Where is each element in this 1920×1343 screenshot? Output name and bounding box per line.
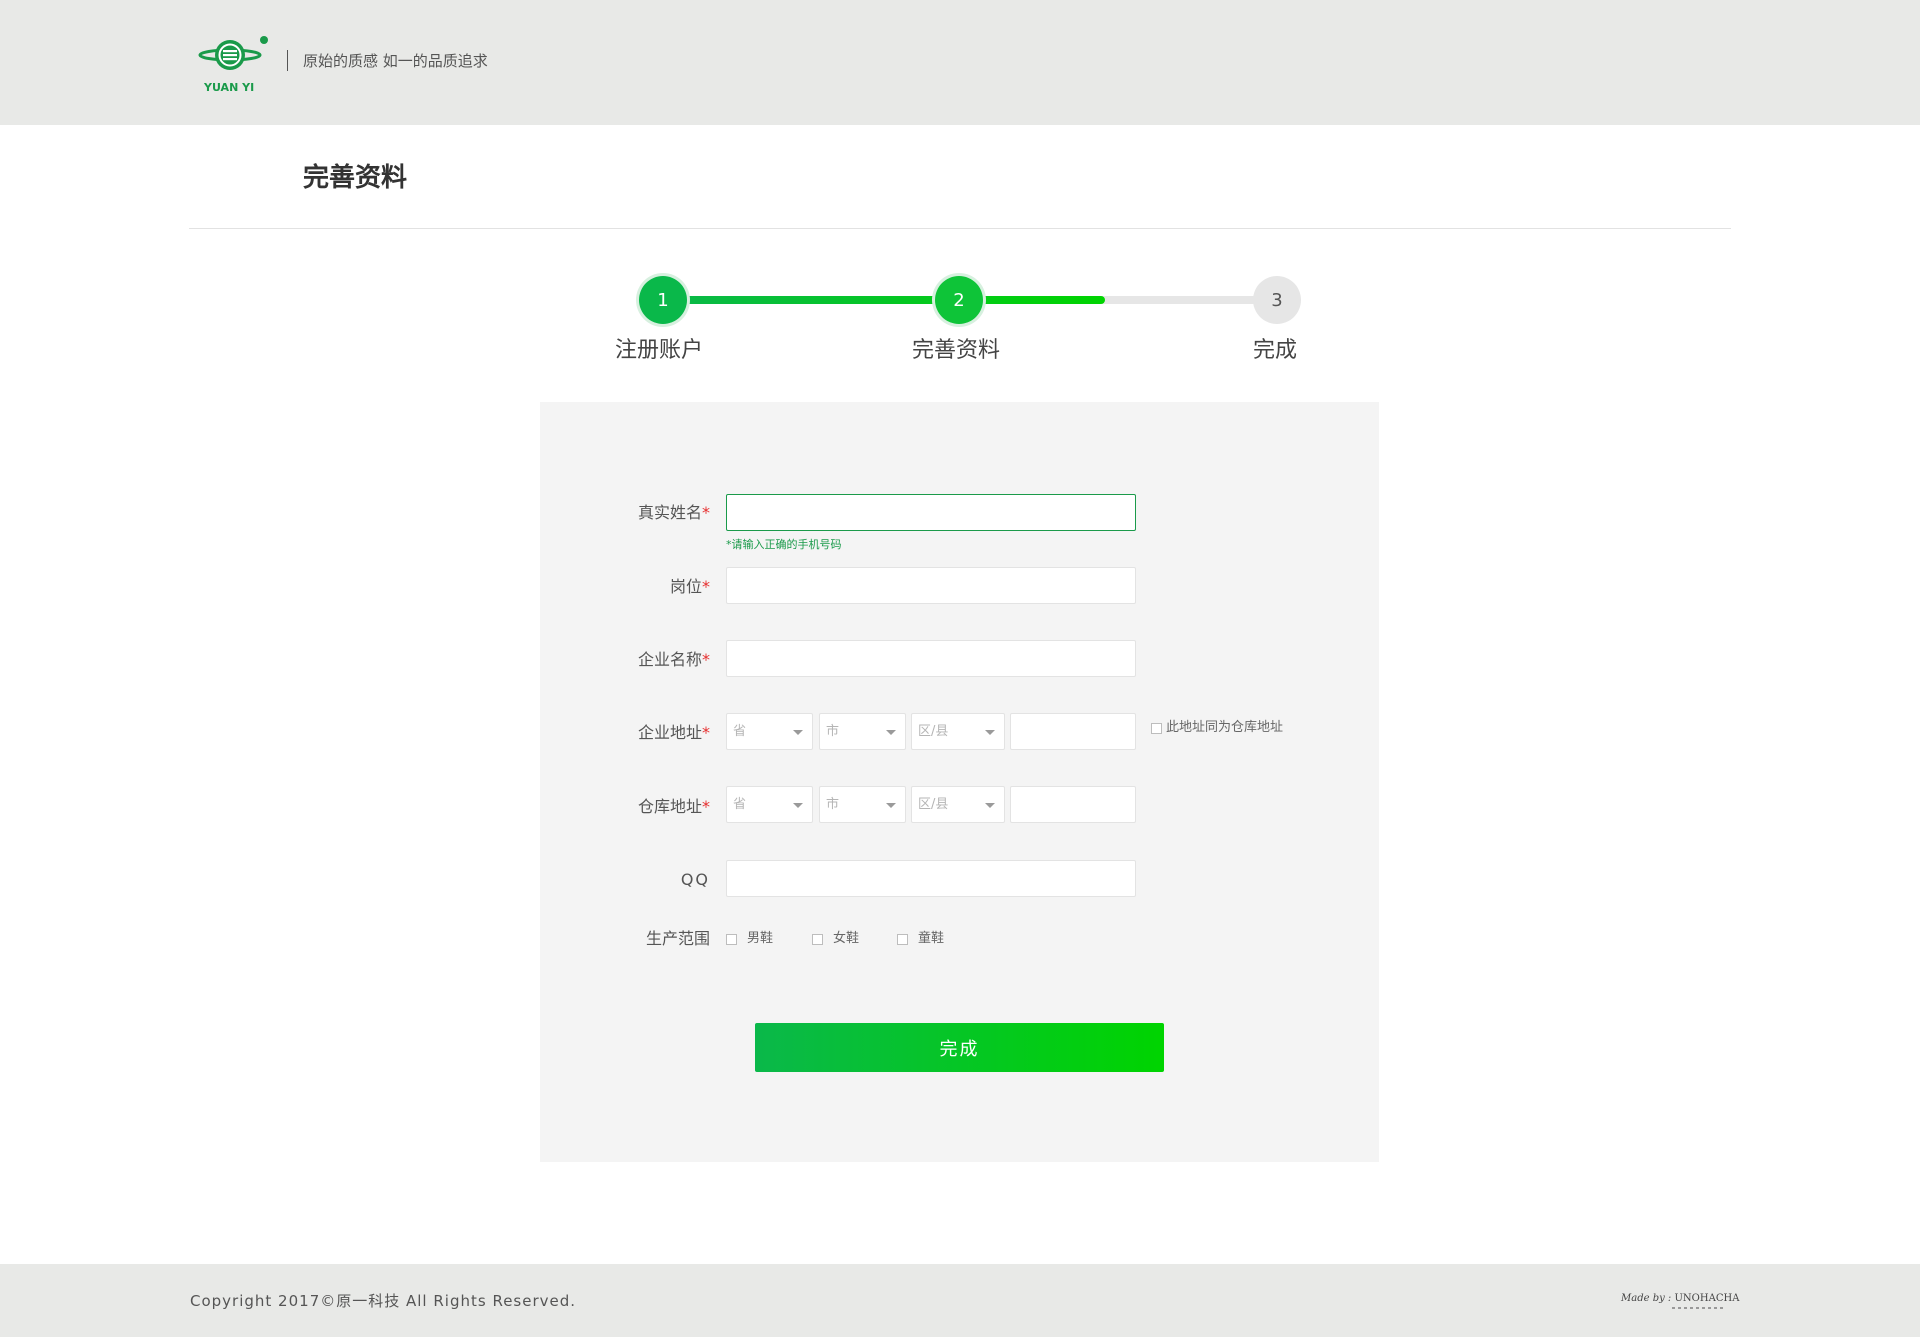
real-name-label-text: 真实姓名 — [637, 503, 702, 522]
svg-text:YUAN YI: YUAN YI — [203, 81, 254, 94]
scope-children-label: 童鞋 — [918, 931, 945, 946]
warehouse-address-label-text: 仓库地址 — [637, 797, 702, 816]
warehouse-address-detail-input[interactable] — [1010, 786, 1136, 823]
company-province-value: 省 — [733, 724, 747, 739]
real-name-label: 真实姓名* — [540, 503, 710, 523]
company-city-select[interactable]: 市 — [819, 713, 906, 750]
required-mark: * — [702, 577, 710, 596]
company-district-value: 区/县 — [918, 724, 949, 739]
scope-women-label: 女鞋 — [833, 931, 860, 946]
position-label-text: 岗位 — [669, 577, 702, 596]
yuanyi-logo[interactable]: YUAN YI — [192, 34, 274, 94]
made-by-credit: Made by : UNOHACHA — [1621, 1292, 1739, 1306]
copyright-text: Copyright 2017©原一科技 All Rights Reserved. — [190, 1292, 577, 1310]
position-label: 岗位* — [540, 577, 710, 597]
company-address-label: 企业地址* — [540, 723, 710, 743]
title-divider — [189, 228, 1731, 229]
required-mark: * — [702, 723, 710, 742]
made-by-underline — [1672, 1307, 1726, 1309]
step-2-circle: 2 — [935, 276, 983, 324]
chevron-down-icon — [985, 730, 995, 735]
slogan: 原始的质感 如一的品质追求 — [303, 52, 488, 70]
progress-track — [663, 296, 1277, 304]
required-mark: * — [702, 503, 710, 522]
scope-children-checkbox[interactable] — [897, 934, 908, 945]
chevron-down-icon — [886, 730, 896, 735]
warehouse-city-value: 市 — [826, 797, 840, 812]
complete-button[interactable]: 完成 — [755, 1023, 1164, 1072]
step-1-circle: 1 — [639, 276, 687, 324]
warehouse-address-label: 仓库地址* — [540, 797, 710, 817]
step-3-circle: 3 — [1253, 276, 1301, 324]
company-city-value: 市 — [826, 724, 840, 739]
logo-divider — [287, 50, 288, 71]
progress-fill — [663, 296, 1106, 304]
step-3-label: 完成 — [1253, 338, 1298, 363]
real-name-input[interactable] — [726, 494, 1136, 531]
page-title: 完善资料 — [303, 163, 408, 193]
qq-label: QQ — [680, 870, 710, 889]
company-name-input[interactable] — [726, 640, 1136, 677]
scope-men-label: 男鞋 — [747, 931, 774, 946]
step-2-label: 完善资料 — [912, 338, 1001, 363]
chevron-down-icon — [985, 803, 995, 808]
warehouse-district-value: 区/县 — [918, 797, 949, 812]
chevron-down-icon — [793, 730, 803, 735]
company-name-label-text: 企业名称 — [637, 650, 702, 669]
qq-input[interactable] — [726, 860, 1136, 897]
required-mark: * — [702, 797, 710, 816]
scope-women-checkbox[interactable] — [812, 934, 823, 945]
warehouse-city-select[interactable]: 市 — [819, 786, 906, 823]
site-footer: Copyright 2017©原一科技 All Rights Reserved.… — [0, 1264, 1920, 1337]
company-address-detail-input[interactable] — [1010, 713, 1136, 750]
required-mark: * — [702, 650, 710, 669]
production-scope-label: 生产范围 — [645, 929, 710, 948]
made-by-prefix: Made by : — [1621, 1293, 1672, 1304]
scope-men-checkbox[interactable] — [726, 934, 737, 945]
real-name-hint: *请输入正确的手机号码 — [726, 538, 842, 551]
chevron-down-icon — [793, 803, 803, 808]
profile-form: 真实姓名* *请输入正确的手机号码 岗位* 企业名称* 企业地址* 省 市 区/… — [540, 402, 1379, 1162]
company-address-label-text: 企业地址 — [637, 723, 702, 742]
same-as-warehouse-label: 此地址同为仓库地址 — [1166, 720, 1284, 735]
warehouse-district-select[interactable]: 区/县 — [911, 786, 1005, 823]
company-province-select[interactable]: 省 — [726, 713, 813, 750]
chevron-down-icon — [886, 803, 896, 808]
company-district-select[interactable]: 区/县 — [911, 713, 1005, 750]
site-header: YUAN YI 原始的质感 如一的品质追求 — [0, 0, 1920, 125]
same-as-warehouse-checkbox[interactable] — [1151, 723, 1162, 734]
warehouse-province-select[interactable]: 省 — [726, 786, 813, 823]
position-input[interactable] — [726, 567, 1136, 604]
made-by-name: UNOHACHA — [1674, 1293, 1740, 1304]
company-name-label: 企业名称* — [540, 650, 710, 670]
step-1-label: 注册账户 — [615, 338, 704, 363]
warehouse-province-value: 省 — [733, 797, 747, 812]
